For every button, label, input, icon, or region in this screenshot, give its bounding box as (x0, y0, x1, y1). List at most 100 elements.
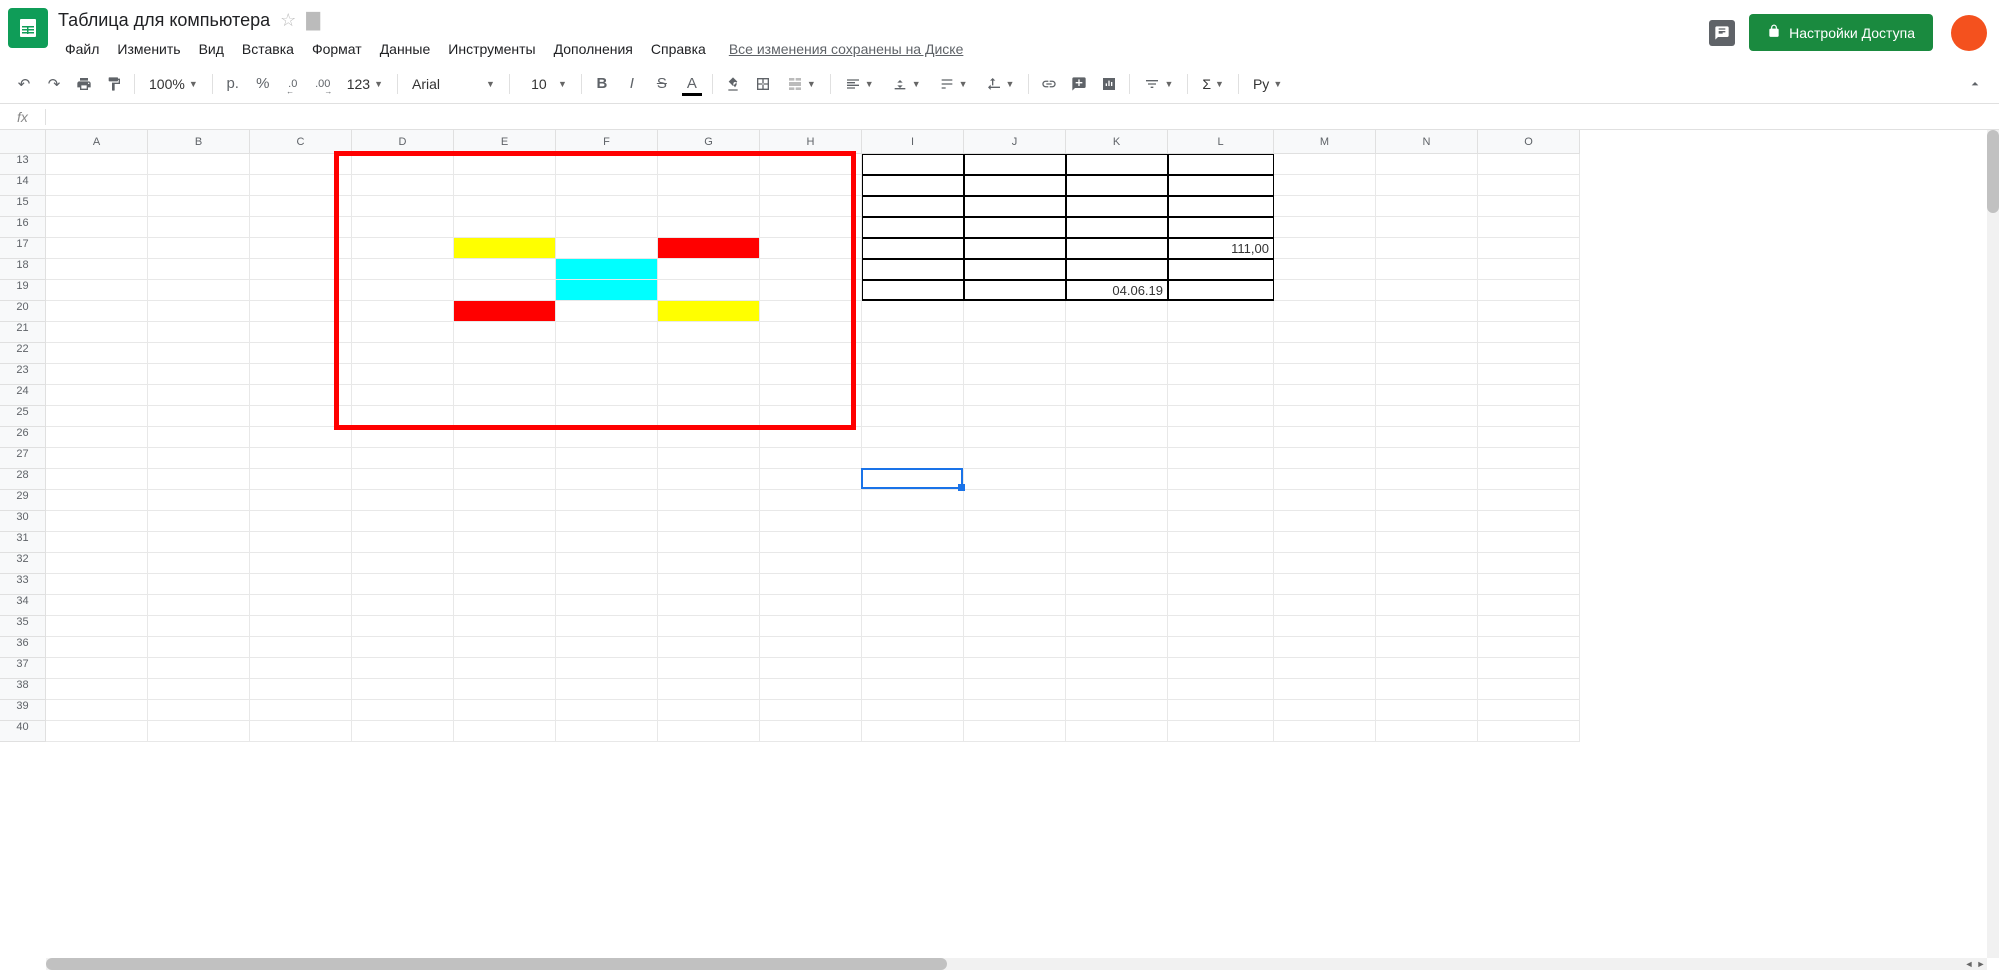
cell[interactable] (454, 385, 556, 406)
cell[interactable] (1274, 217, 1376, 238)
cell[interactable] (760, 259, 862, 280)
cell[interactable] (1066, 532, 1168, 553)
menu-insert[interactable]: Вставка (235, 37, 301, 61)
cell[interactable] (862, 658, 964, 679)
cell[interactable] (862, 259, 964, 280)
cell[interactable] (658, 448, 760, 469)
cell[interactable] (760, 322, 862, 343)
cell[interactable] (1478, 448, 1580, 469)
cell[interactable] (454, 238, 556, 259)
more-formats-dropdown[interactable]: 123▼ (339, 70, 391, 98)
move-folder-icon[interactable]: ▇ (306, 10, 320, 31)
cell[interactable] (148, 532, 250, 553)
cell[interactable] (1376, 385, 1478, 406)
column-header[interactable]: M (1274, 130, 1376, 154)
comments-icon[interactable] (1709, 20, 1735, 46)
redo-button[interactable]: ↷ (40, 70, 68, 98)
cell[interactable] (658, 532, 760, 553)
cell[interactable] (250, 595, 352, 616)
cell[interactable] (352, 532, 454, 553)
cell[interactable] (46, 469, 148, 490)
cell[interactable] (250, 238, 352, 259)
cell[interactable] (1478, 658, 1580, 679)
row-header[interactable]: 23 (0, 364, 46, 385)
increase-decimal-button[interactable]: .00→ (309, 70, 337, 98)
cell[interactable] (1376, 406, 1478, 427)
cell[interactable] (250, 364, 352, 385)
cell[interactable] (454, 469, 556, 490)
cell[interactable] (862, 511, 964, 532)
row-header[interactable]: 19 (0, 280, 46, 301)
cell[interactable] (1066, 574, 1168, 595)
row-header[interactable]: 16 (0, 217, 46, 238)
cell[interactable] (352, 406, 454, 427)
cell[interactable] (1066, 616, 1168, 637)
sheets-logo[interactable] (8, 8, 48, 48)
cell[interactable] (148, 616, 250, 637)
cell[interactable] (250, 679, 352, 700)
saved-status-link[interactable]: Все изменения сохранены на Диске (729, 41, 964, 57)
cell[interactable] (1168, 217, 1274, 238)
cell[interactable] (352, 721, 454, 742)
cell[interactable] (1478, 280, 1580, 301)
cell[interactable] (658, 217, 760, 238)
cell[interactable] (1274, 700, 1376, 721)
cell[interactable] (250, 637, 352, 658)
vertical-scrollbar[interactable] (1987, 130, 1999, 958)
cell[interactable] (250, 175, 352, 196)
cell[interactable] (862, 679, 964, 700)
cell[interactable] (454, 217, 556, 238)
cell[interactable] (46, 658, 148, 679)
cell[interactable] (964, 469, 1066, 490)
cell[interactable] (1066, 511, 1168, 532)
cell[interactable] (1274, 175, 1376, 196)
cell[interactable] (862, 322, 964, 343)
cell[interactable] (1066, 427, 1168, 448)
cell[interactable] (46, 280, 148, 301)
cell[interactable] (862, 196, 964, 217)
cell[interactable] (352, 175, 454, 196)
insert-comment-button[interactable] (1065, 70, 1093, 98)
cell[interactable]: 04.06.19 (1066, 280, 1168, 301)
cell[interactable] (46, 322, 148, 343)
cell[interactable] (46, 364, 148, 385)
cell[interactable] (556, 448, 658, 469)
cell[interactable] (1066, 700, 1168, 721)
cell[interactable] (556, 322, 658, 343)
column-header[interactable]: J (964, 130, 1066, 154)
cell[interactable] (556, 595, 658, 616)
cell[interactable] (1274, 658, 1376, 679)
insert-link-button[interactable] (1035, 70, 1063, 98)
cell[interactable] (1274, 385, 1376, 406)
cell[interactable] (352, 595, 454, 616)
row-header[interactable]: 37 (0, 658, 46, 679)
cell[interactable] (964, 595, 1066, 616)
cell[interactable] (1168, 595, 1274, 616)
cell[interactable] (862, 574, 964, 595)
cell[interactable] (1478, 700, 1580, 721)
cell[interactable] (1168, 616, 1274, 637)
menu-tools[interactable]: Инструменты (441, 37, 542, 61)
cell[interactable] (658, 469, 760, 490)
row-header[interactable]: 20 (0, 301, 46, 322)
cell[interactable] (1066, 679, 1168, 700)
cell[interactable] (148, 238, 250, 259)
cell[interactable] (1066, 217, 1168, 238)
decrease-decimal-button[interactable]: .0← (279, 70, 307, 98)
row-header[interactable]: 15 (0, 196, 46, 217)
row-header[interactable]: 32 (0, 553, 46, 574)
cell[interactable] (760, 196, 862, 217)
cell[interactable] (148, 364, 250, 385)
cell[interactable] (862, 553, 964, 574)
cell[interactable] (1478, 574, 1580, 595)
cell[interactable] (1168, 196, 1274, 217)
cell[interactable] (556, 553, 658, 574)
cell[interactable] (862, 364, 964, 385)
cell[interactable] (46, 154, 148, 175)
cell[interactable] (1168, 700, 1274, 721)
cell[interactable] (250, 553, 352, 574)
font-dropdown[interactable]: Arial▼ (404, 70, 503, 98)
cell[interactable] (1274, 154, 1376, 175)
cell[interactable] (658, 175, 760, 196)
cell[interactable] (862, 490, 964, 511)
